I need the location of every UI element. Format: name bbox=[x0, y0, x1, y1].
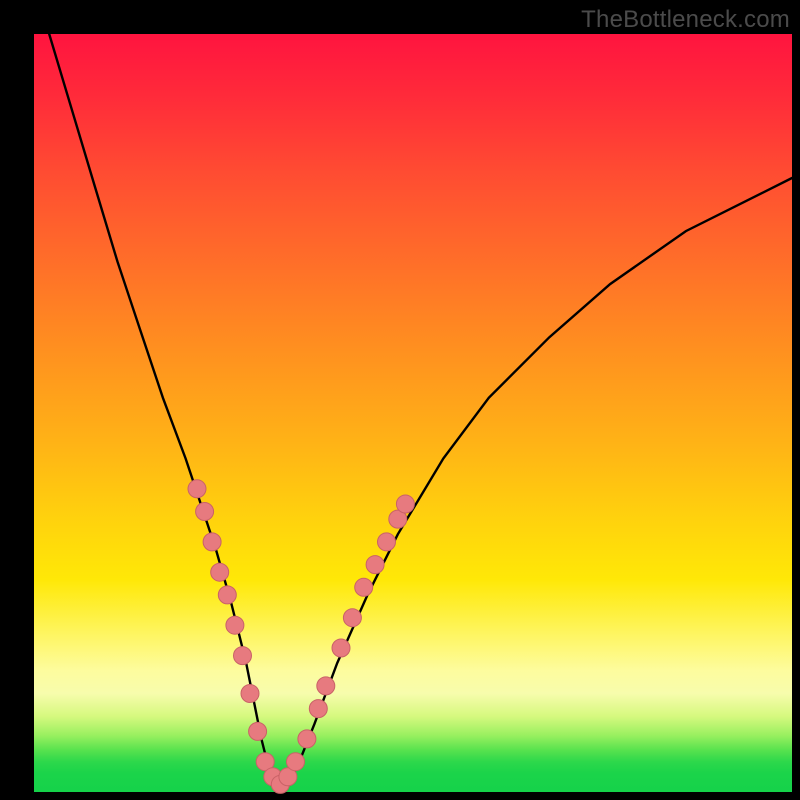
curve-marker bbox=[249, 722, 267, 740]
watermark-text: TheBottleneck.com bbox=[581, 6, 790, 34]
curve-markers bbox=[188, 480, 414, 794]
curve-marker bbox=[287, 753, 305, 771]
curve-marker bbox=[298, 730, 316, 748]
chart-frame: TheBottleneck.com bbox=[0, 0, 800, 800]
chart-svg bbox=[34, 34, 792, 792]
curve-marker bbox=[366, 556, 384, 574]
curve-marker bbox=[378, 533, 396, 551]
curve-marker bbox=[211, 563, 229, 581]
curve-marker bbox=[226, 616, 244, 634]
curve-marker bbox=[309, 700, 327, 718]
curve-marker bbox=[203, 533, 221, 551]
curve-marker bbox=[317, 677, 335, 695]
curve-marker bbox=[234, 647, 252, 665]
curve-marker bbox=[188, 480, 206, 498]
curve-marker bbox=[196, 503, 214, 521]
curve-marker bbox=[343, 609, 361, 627]
curve-marker bbox=[241, 685, 259, 703]
plot-area bbox=[34, 34, 792, 792]
curve-marker bbox=[355, 578, 373, 596]
curve-marker bbox=[332, 639, 350, 657]
bottleneck-curve bbox=[49, 34, 792, 784]
curve-marker bbox=[218, 586, 236, 604]
curve-marker bbox=[396, 495, 414, 513]
